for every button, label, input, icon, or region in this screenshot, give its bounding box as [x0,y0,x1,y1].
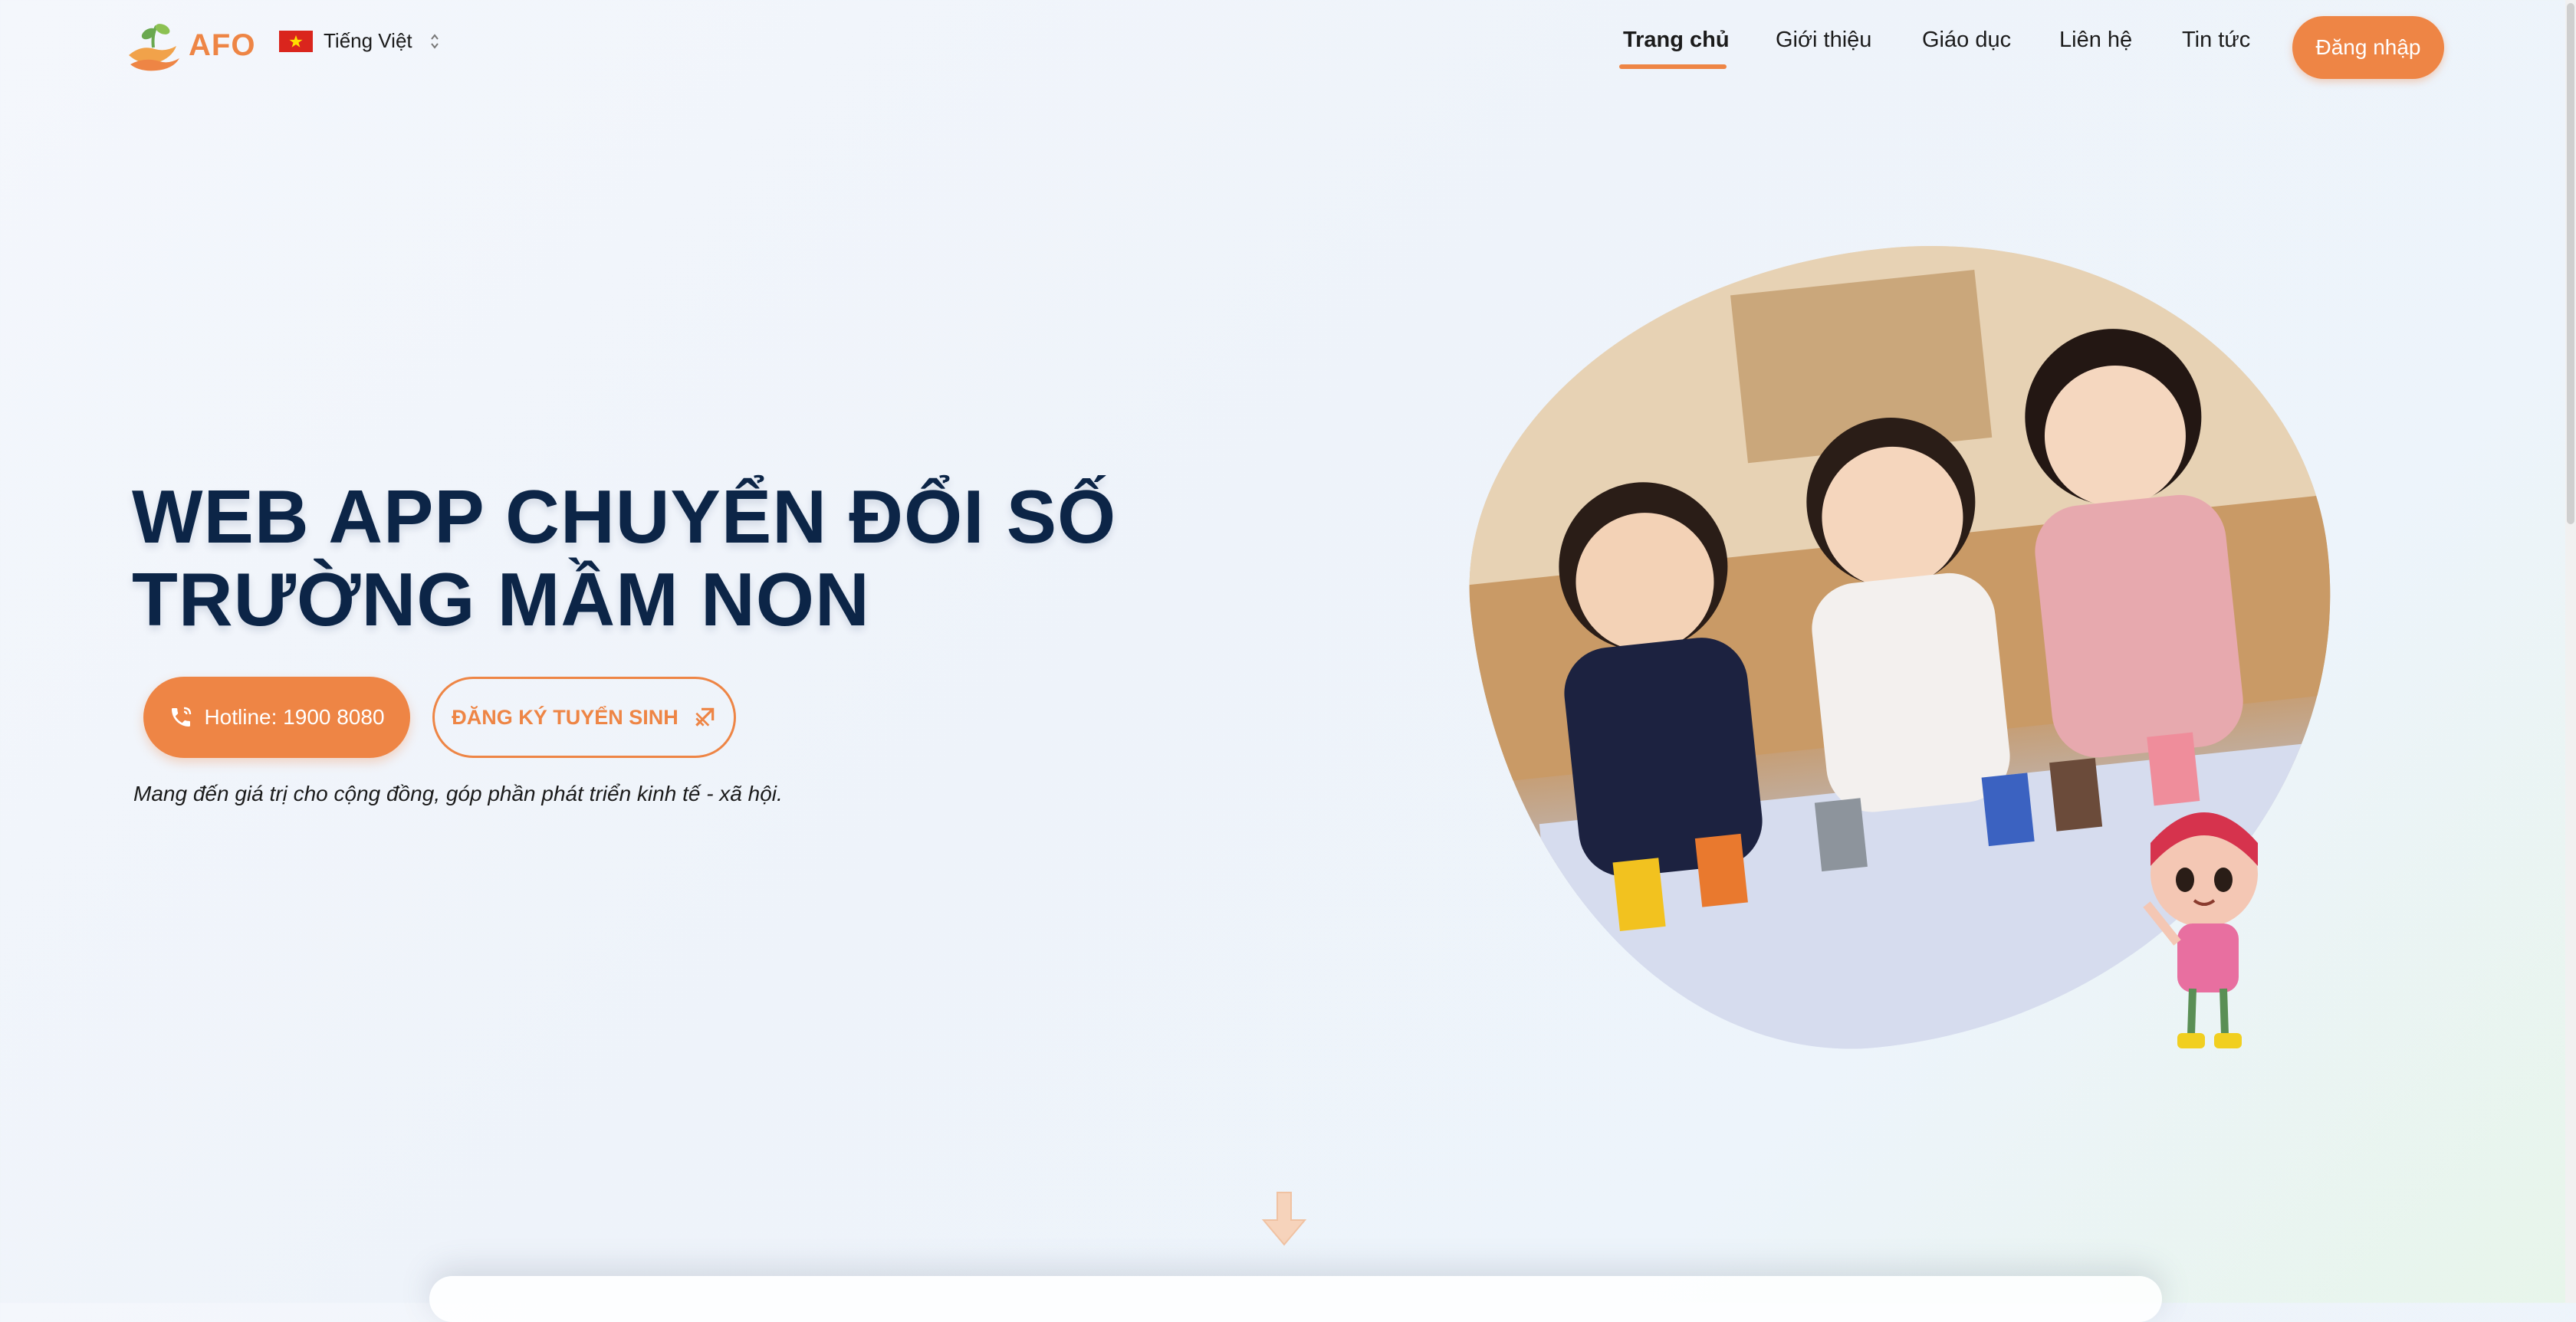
logo-hand-icon [129,24,179,71]
arrow-diagonal-icon [695,707,715,727]
language-selector[interactable]: Tiếng Việt [279,29,440,53]
nav-item-home[interactable]: Trang chủ [1623,28,1730,53]
hero-tagline: Mang đến giá trị cho cộng đồng, góp phần… [133,782,783,805]
login-button[interactable]: Đăng nhập [2292,16,2444,79]
landing-page: AFO Tiếng Việt Trang chủ Giới thiệu Giáo… [0,0,2576,1322]
register-label: ĐĂNG KÝ TUYỂN SINH [452,705,678,729]
register-enrollment-button[interactable]: ĐĂNG KÝ TUYỂN SINH [432,677,736,758]
phone-icon [172,707,192,727]
nav-item-contact[interactable]: Liên hệ [2059,28,2132,53]
vietnam-flag-icon [279,30,313,52]
hero-title-line-1: WEB APP CHUYỂN ĐỔI SỐ [132,474,1117,559]
language-label: Tiếng Việt [324,29,412,52]
next-section-card [429,1276,2162,1322]
nav-item-education[interactable]: Giáo dục [1922,28,2011,53]
nav-item-news[interactable]: Tin tức [2182,28,2250,53]
logo-text: AFO [189,28,256,62]
mascot-character [2143,812,2258,1048]
hotline-button[interactable]: Hotline: 1900 8080 [143,677,410,758]
hero-title: WEB APP CHUYỂN ĐỔI SỐ TRƯỜNG MẦM NON [132,475,1116,641]
arrow-down-icon[interactable] [1257,1189,1311,1248]
nav-active-indicator [1619,64,1727,69]
scrollbar[interactable] [2565,0,2576,1303]
scrollbar-thumb[interactable] [2567,3,2574,524]
logo[interactable]: AFO [126,18,255,72]
hotline-label: Hotline: 1900 8080 [204,705,385,729]
hero-title-line-2: TRƯỜNG MẦM NON [132,557,870,641]
chevron-updown-icon [429,32,440,51]
nav-item-about[interactable]: Giới thiệu [1776,28,1871,53]
